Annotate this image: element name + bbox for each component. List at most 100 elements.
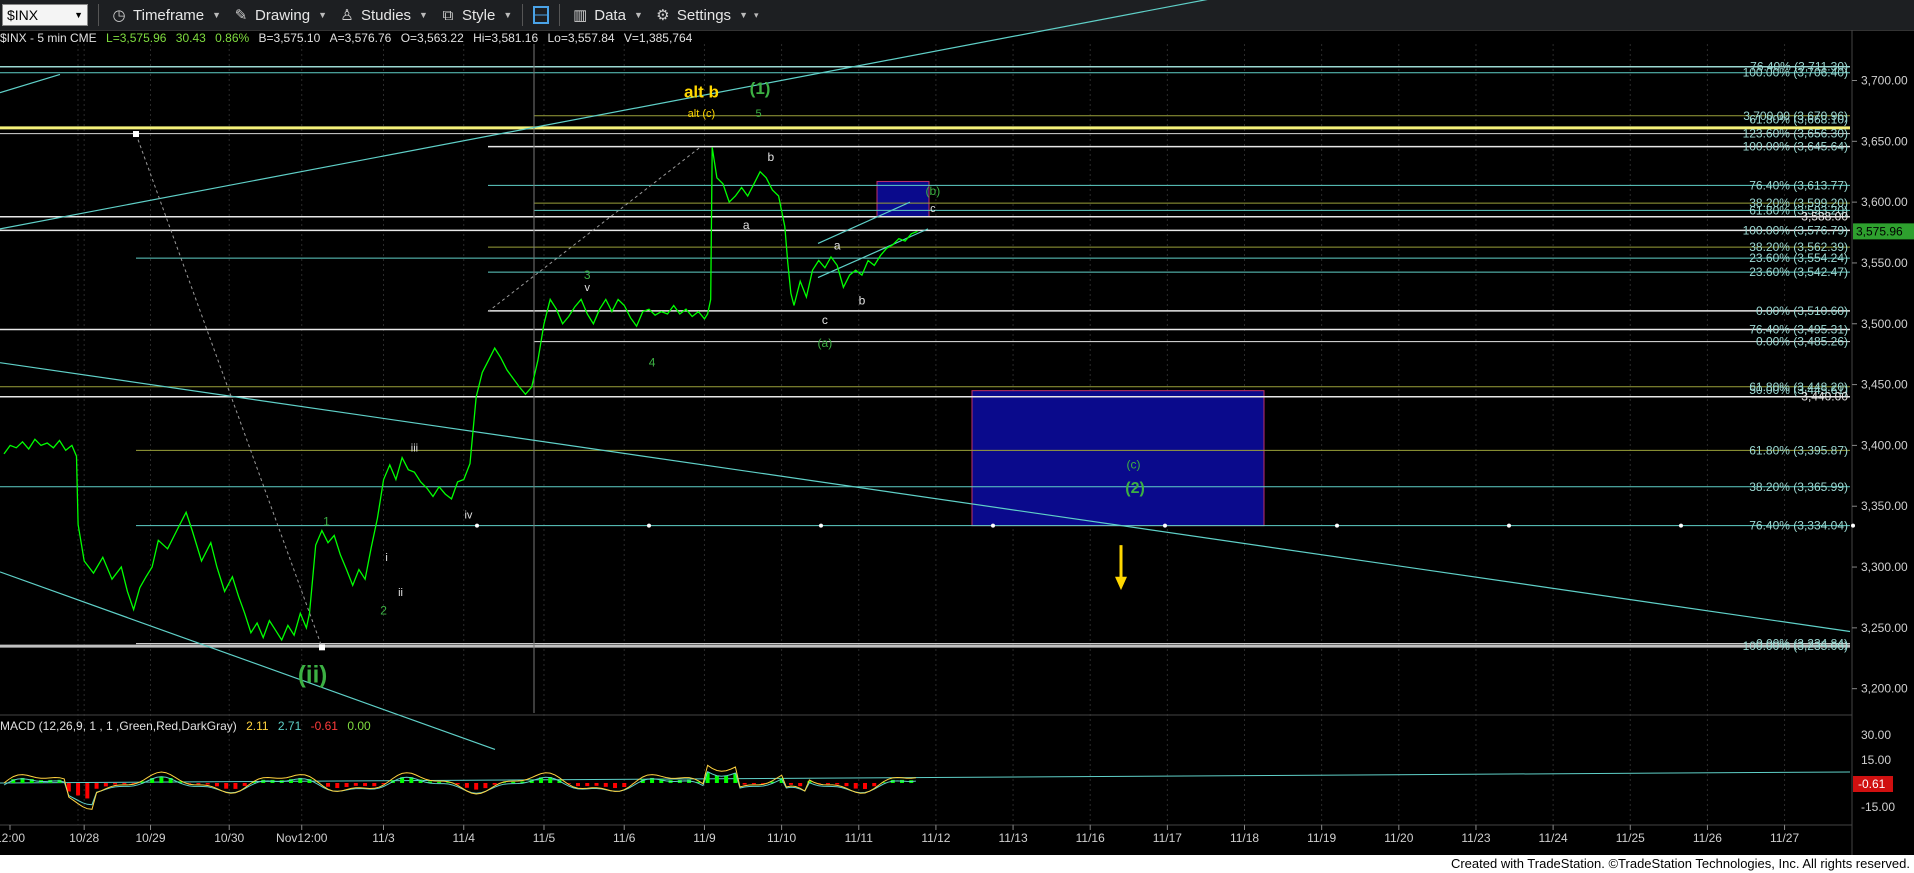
- last-price: L=3,575.96: [106, 31, 167, 45]
- symbol-info-line: $INX - 5 min CME L=3,575.96 30.43 0.86% …: [0, 31, 692, 45]
- x-tick-label: 11/6: [613, 831, 636, 845]
- price-series: [3, 147, 918, 642]
- macd-diff: -0.61: [310, 719, 338, 733]
- y-tick-label: 3,700.00: [1861, 73, 1908, 87]
- dot-marker: [991, 523, 995, 528]
- trend-lines: [0, 0, 1855, 751]
- fib-label: 100.00% (3,706.40): [1743, 66, 1848, 80]
- x-tick-label: 11/26: [1693, 831, 1722, 845]
- price-axis: 3,700.00 3,650.00 3,600.00 3,550.00 3,500.00…: [1852, 73, 1914, 696]
- x-tick-label: 11/9: [693, 831, 716, 845]
- x-tick-label: 11/23: [1461, 831, 1490, 845]
- x-tick-label: 11/24: [1539, 831, 1568, 845]
- fib-label: 76.40% (3,613.77): [1749, 178, 1848, 192]
- target-boxes: [876, 180, 1265, 527]
- x-tick-label: 11/27: [1770, 831, 1799, 845]
- x-tick-label: 10/30: [214, 831, 244, 845]
- x-tick-label: Nov12:00: [276, 831, 328, 845]
- symbol-name: $INX - 5 min CME: [0, 31, 97, 45]
- wave-label: 1: [323, 515, 330, 529]
- dot-marker: [1163, 523, 1167, 528]
- x-tick-label: 11/18: [1230, 831, 1259, 845]
- time-axis: 12:00 10/28 10/29 10/30 Nov12:00 11/3 11/4 11/5…: [0, 824, 1852, 845]
- wave-label: ii: [398, 587, 403, 599]
- macd-tick-label: 15.00: [1861, 753, 1891, 767]
- macd-tick-label: 30.00: [1861, 728, 1891, 742]
- macd-panel: 30.00 15.00 -15.00 -0.61: [0, 728, 1895, 814]
- trend-line: [0, 73, 61, 94]
- copyright-text: Created with TradeStation. ©TradeStation…: [1450, 856, 1910, 871]
- wave-labels: alt balt (c)(1)5ba(b)cabc(a)3v4iiiiv1iii…: [298, 79, 1145, 689]
- wave-label: (ii): [298, 662, 327, 689]
- y-tick-label: 3,500.00: [1861, 317, 1908, 331]
- fib-label: 0.00% (3,510.60): [1756, 304, 1848, 318]
- x-tick-label: 10/29: [136, 831, 166, 845]
- open: O=3,563.22: [400, 31, 464, 45]
- x-tick-label: 12:00: [0, 831, 25, 845]
- down-arrow-icon: [1115, 576, 1127, 591]
- fib-label: 0.00% (3,485.26): [1756, 335, 1848, 349]
- wave-label: 5: [755, 108, 761, 120]
- wave-label: (a): [818, 336, 833, 350]
- anchor-point: [319, 644, 325, 651]
- trend-line: [817, 201, 911, 245]
- wave-label: alt (c): [688, 108, 716, 120]
- x-tick-label: 11/20: [1384, 831, 1413, 845]
- x-tick-label: 11/5: [533, 831, 556, 845]
- x-tick-label: 11/16: [1076, 831, 1105, 845]
- dot-marker: [475, 523, 479, 528]
- trend-line: [487, 146, 701, 312]
- wave-label: b: [859, 293, 866, 307]
- level-price-label: 3,588.00: [1801, 210, 1848, 224]
- fib-label: 76.40% (3,334.04): [1749, 519, 1848, 533]
- macd-tick-label: -15.00: [1861, 800, 1895, 814]
- y-tick-label: 3,200.00: [1861, 682, 1908, 696]
- dot-marker: [1335, 523, 1339, 528]
- dot-marker: [1507, 523, 1511, 528]
- macd-value: 2.11: [246, 719, 269, 733]
- pct-change: 0.86%: [215, 31, 250, 45]
- x-tick-label: 11/11: [845, 831, 874, 845]
- macd-zero: 0.00: [347, 719, 371, 733]
- target-box-small: [876, 180, 930, 218]
- x-tick-label: 11/13: [998, 831, 1027, 845]
- wave-label: (b): [926, 184, 941, 198]
- x-tick-label: 11/19: [1307, 831, 1336, 845]
- dot-marker: [819, 523, 823, 528]
- fib-labels: 76.40% (3,711.30)100.00% (3,706.40)3,700…: [1743, 60, 1849, 653]
- wave-label: c: [930, 203, 936, 215]
- x-tick-label: 11/17: [1153, 831, 1182, 845]
- fib-label: 23.60% (3,542.47): [1749, 265, 1848, 279]
- wave-label: i: [385, 552, 387, 564]
- y-tick-label: 3,350.00: [1861, 499, 1908, 513]
- level-price-label: 3,440.00: [1801, 390, 1848, 404]
- bid: B=3,575.10: [258, 31, 321, 45]
- wave-label: (2): [1125, 480, 1145, 497]
- fib-label: 100.00% (3,576.79): [1743, 223, 1848, 237]
- low: Lo=3,557.84: [547, 31, 615, 45]
- trend-line: [0, 362, 1851, 633]
- wave-label: (c): [1126, 458, 1140, 472]
- macd-name: MACD (12,26,9, 1 , 1 ,Green,Red,DarkGray…: [0, 719, 237, 733]
- x-tick-label: 11/3: [372, 831, 395, 845]
- anchor-point: [133, 131, 139, 138]
- wave-label: a: [834, 239, 841, 253]
- wave-label: v: [585, 282, 591, 294]
- x-tick-label: 11/25: [1616, 831, 1645, 845]
- fib-label: 61.80% (3,395.87): [1749, 443, 1848, 457]
- x-tick-label: 11/12: [921, 831, 950, 845]
- fib-label: 61.80% (3,668.10): [1749, 112, 1848, 126]
- wave-label: 3: [584, 268, 591, 282]
- y-tick-label: 3,400.00: [1861, 438, 1908, 452]
- dot-marker: [1679, 523, 1683, 528]
- fib-levels: [0, 44, 1850, 713]
- fib-label: 123.60% (3,656.30): [1743, 127, 1848, 141]
- wave-label: alt b: [684, 83, 719, 102]
- x-tick-label: 11/10: [767, 831, 796, 845]
- fib-label: 100.00% (3,645.64): [1743, 140, 1848, 154]
- net-change: 30.43: [175, 31, 206, 45]
- x-tick-label: 11/4: [453, 831, 476, 845]
- footer: Created with TradeStation. ©TradeStation…: [0, 855, 1914, 873]
- dot-marker: [647, 523, 651, 528]
- last-price-label: 3,575.96: [1856, 224, 1903, 238]
